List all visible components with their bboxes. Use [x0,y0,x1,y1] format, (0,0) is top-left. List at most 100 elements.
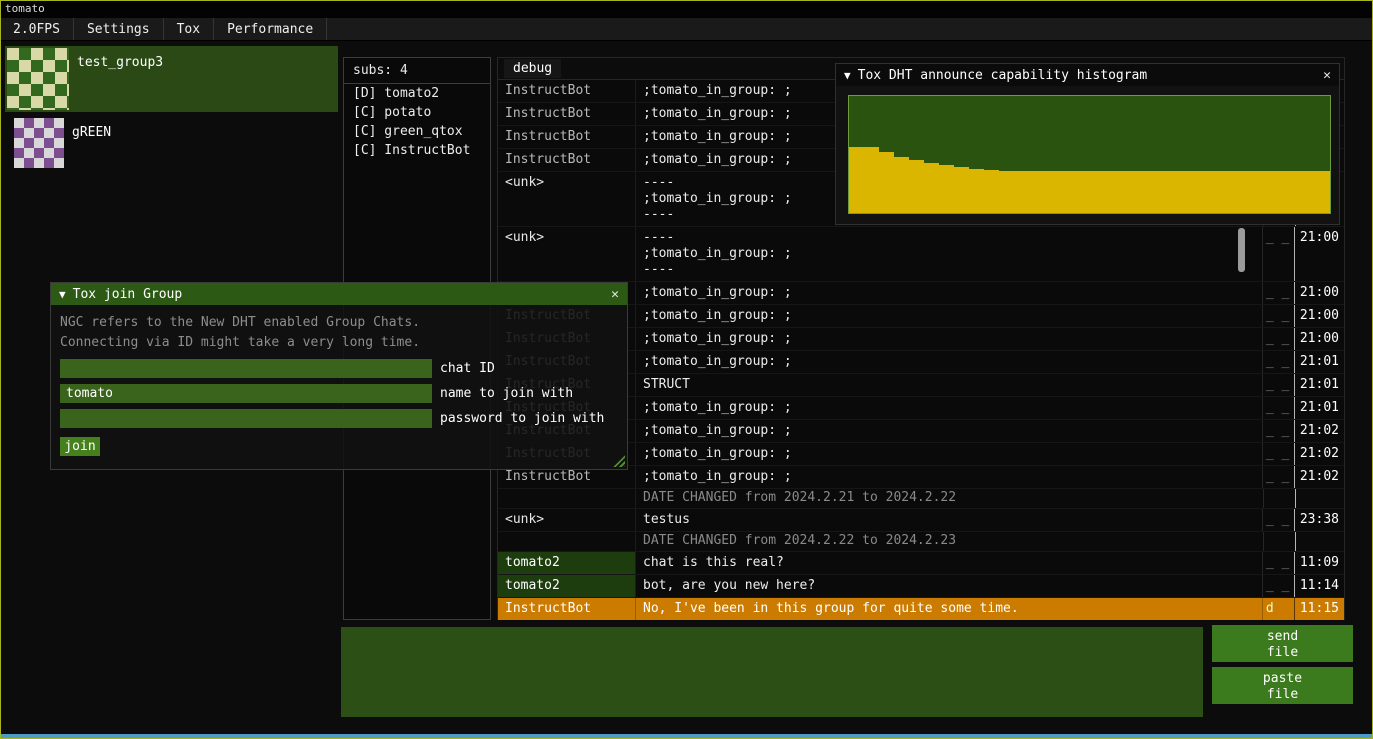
close-icon[interactable]: ✕ [1323,68,1331,83]
histogram-bar [879,152,894,213]
message-sender: <unk> [498,227,636,281]
join-window-titlebar[interactable]: ▼ Tox join Group ✕ [51,283,627,305]
histogram-bar [909,160,924,213]
close-icon[interactable]: ✕ [611,287,619,302]
message-flags: _ _ [1262,443,1294,465]
message-flags: _ _ [1262,509,1294,531]
date-separator-row[interactable]: DATE CHANGED from 2024.2.22 to 2024.2.23 [498,531,1344,551]
message-time: 21:01 [1294,374,1344,396]
member-item[interactable]: [C] green_qtox [344,122,490,141]
message-flags: _ _ [1262,575,1294,597]
join-name-input[interactable]: tomato [60,384,432,403]
histogram-bar [1285,171,1300,213]
message-time: 21:00 [1294,282,1344,304]
date-separator-row[interactable]: DATE CHANGED from 2024.2.21 to 2024.2.22 [498,488,1344,508]
histogram-bar [1270,171,1285,213]
message-text: ---- ;tomato_in_group: ; ---- [636,227,1262,281]
message-time: 21:00 [1294,328,1344,350]
resize-grip[interactable] [612,454,625,467]
histogram-bar [1300,171,1315,213]
send-file-button[interactable]: send file [1212,625,1353,662]
member-item[interactable]: [D] tomato2 [344,84,490,103]
window-bottom-edge [0,734,1373,739]
group-avatar [14,118,64,168]
group-name: gREEN [72,118,111,168]
message-sender: InstructBot [498,126,636,148]
join-button[interactable]: join [60,437,100,456]
message-text: ;tomato_in_group: ; [636,282,1262,304]
message-sender: InstructBot [498,80,636,102]
histogram-bars [849,96,1330,213]
menu-tox[interactable]: Tox [164,18,214,40]
message-sender [498,489,636,508]
chat-scrollbar[interactable] [1238,228,1245,272]
message-sender: tomato2 [498,552,636,574]
tab-debug[interactable]: debug [504,59,561,78]
histogram-bar [894,157,909,213]
join-password-label: password to join with [440,411,604,426]
message-row[interactable]: InstructBotNo, I've been in this group f… [498,597,1344,620]
message-time [1295,532,1344,551]
histogram-bar [924,163,939,213]
join-window-title: Tox join Group [73,287,183,302]
join-group-window: ▼ Tox join Group ✕ NGC refers to the New… [50,282,628,470]
group-row-test_group3[interactable]: test_group3 [5,46,338,112]
group-list: test_group3 gREEN [5,46,338,174]
message-flags: _ _ [1262,328,1294,350]
message-time: 21:01 [1294,351,1344,373]
message-time: 21:02 [1294,466,1344,488]
menubar: 2.0FPS Settings Tox Performance [0,18,1373,41]
histogram-bar [1044,171,1059,213]
message-flags: _ _ [1262,282,1294,304]
menu-performance[interactable]: Performance [214,18,327,40]
message-time: 11:14 [1294,575,1344,597]
message-row[interactable]: tomato2bot, are you new here?_ _11:14 [498,574,1344,597]
histogram-bar [1029,171,1044,213]
message-text: ;tomato_in_group: ; [636,397,1262,419]
histogram-bar [1195,171,1210,213]
message-text: ;tomato_in_group: ; [636,420,1262,442]
date-changed-text: DATE CHANGED from 2024.2.21 to 2024.2.22 [636,489,1263,508]
message-row[interactable]: tomato2chat is this real?_ _11:09 [498,551,1344,574]
chat-id-input[interactable] [60,359,432,378]
message-row[interactable]: <unk>testus_ _23:38 [498,508,1344,531]
histogram-bar [1150,171,1165,213]
histogram-bar [969,169,984,213]
message-flags: d [1262,598,1294,620]
message-sender: tomato2 [498,575,636,597]
histogram-bar [999,171,1014,213]
message-sender: <unk> [498,172,636,226]
message-time: 21:02 [1294,420,1344,442]
histogram-window-title: Tox DHT announce capability histogram [858,68,1148,83]
chat-id-label: chat ID [440,361,495,376]
message-text: testus [636,509,1262,531]
group-row-gREEN[interactable]: gREEN [5,116,338,170]
message-text: chat is this real? [636,552,1262,574]
collapse-icon[interactable]: ▼ [59,288,66,301]
histogram-bar [1180,171,1195,213]
histogram-bar [1135,171,1150,213]
member-item[interactable]: [C] potato [344,103,490,122]
menu-settings[interactable]: Settings [74,18,164,40]
message-time [1295,489,1344,508]
message-text: ;tomato_in_group: ; [636,443,1262,465]
member-item[interactable]: [C] InstructBot [344,141,490,160]
collapse-icon[interactable]: ▼ [844,69,851,82]
app-window: tomato 2.0FPS Settings Tox Performance t… [0,0,1373,739]
message-input[interactable] [341,627,1203,717]
message-time: 21:00 [1294,305,1344,327]
join-info-line: Connecting via ID might take a very long… [60,333,618,353]
histogram-window-titlebar[interactable]: ▼ Tox DHT announce capability histogram … [836,64,1339,86]
date-changed-text: DATE CHANGED from 2024.2.22 to 2024.2.23 [636,532,1263,551]
message-flags: _ _ [1262,374,1294,396]
message-text: ;tomato_in_group: ; [636,351,1262,373]
histogram-bar [1059,171,1074,213]
message-text: ;tomato_in_group: ; [636,466,1262,488]
message-sender: InstructBot [498,149,636,171]
paste-file-button[interactable]: paste file [1212,667,1353,704]
histogram-bar [984,170,999,213]
histogram-bar [1315,171,1330,213]
message-time: 21:01 [1294,397,1344,419]
message-row[interactable]: <unk>---- ;tomato_in_group: ; ----_ _21:… [498,226,1344,281]
join-password-input[interactable] [60,409,432,428]
